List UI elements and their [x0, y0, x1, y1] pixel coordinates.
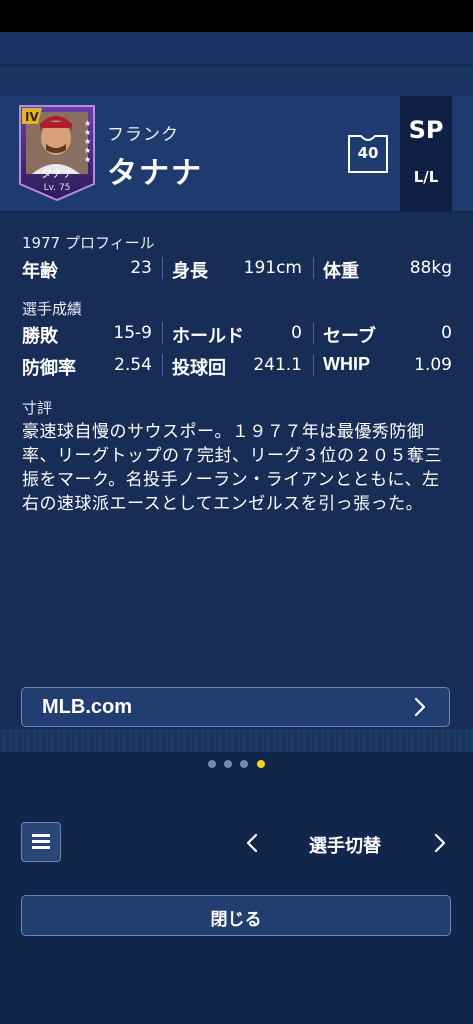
save-value: 0: [441, 323, 452, 343]
page-dot[interactable]: [208, 760, 216, 768]
hamburger-icon: [32, 834, 50, 849]
svg-text:★: ★: [84, 128, 91, 137]
player-card[interactable]: IV ★ ★ ★ ★ ★ タナナ Lv. 75: [18, 104, 96, 202]
stats-title: 選手成績: [22, 300, 83, 318]
height-label: 身長: [172, 261, 208, 282]
throws-bats: L/L: [413, 168, 439, 186]
card-name-text: タナナ: [41, 167, 74, 180]
position: SP: [408, 116, 444, 144]
svg-text:★: ★: [84, 146, 91, 155]
height-value: 191cm: [243, 258, 302, 278]
chevron-right-icon: [414, 697, 426, 717]
comment-title: 寸評: [22, 399, 53, 417]
close-button-label: 閉じる: [210, 910, 262, 930]
save-label: セーブ: [323, 326, 376, 347]
player-first-name: フランク: [107, 125, 179, 145]
hold-label: ホールド: [172, 326, 244, 347]
svg-text:★: ★: [84, 137, 91, 146]
player-card-image: IV ★ ★ ★ ★ ★ タナナ Lv. 75: [19, 105, 95, 202]
weight-value: 88kg: [409, 258, 452, 278]
status-bar: [0, 0, 473, 32]
menu-button[interactable]: [21, 822, 61, 862]
page-dot-active[interactable]: [257, 760, 265, 768]
prev-player-button[interactable]: [244, 832, 260, 854]
wl-value: 15-9: [113, 323, 152, 343]
weight-label: 体重: [323, 261, 359, 282]
top-divider: [0, 64, 473, 66]
age-value: 23: [130, 258, 152, 278]
whip-label: WHIP: [323, 354, 370, 374]
divider-pattern: [0, 729, 473, 753]
whip-value: 1.09: [414, 355, 452, 375]
player-last-name: タナナ: [107, 156, 203, 191]
age-label: 年齢: [22, 261, 58, 282]
card-level-text: Lv. 75: [44, 183, 71, 193]
era-label: 防御率: [22, 358, 76, 379]
separator: [313, 257, 314, 279]
separator: [162, 257, 163, 279]
svg-text:★: ★: [84, 119, 91, 128]
separator: [313, 322, 314, 344]
separator: [313, 354, 314, 376]
hold-value: 0: [291, 323, 302, 343]
page-dot[interactable]: [240, 760, 248, 768]
svg-text:★: ★: [84, 155, 91, 164]
separator: [162, 322, 163, 344]
comment-text: 豪速球自慢のサウスポー。１９７７年は最優秀防御率、リーグトップの７完封、リーグ３…: [22, 422, 442, 514]
next-player-button[interactable]: [432, 832, 448, 854]
header-edge: [452, 96, 473, 211]
profile-title: 1977 プロフィール: [22, 234, 155, 252]
separator: [162, 354, 163, 376]
era-value: 2.54: [114, 355, 152, 375]
ip-value: 241.1: [253, 355, 302, 375]
card-rank-text: IV: [25, 110, 39, 124]
jersey-number: 40: [357, 144, 379, 162]
player-switch-label: 選手切替: [309, 836, 381, 857]
ip-label: 投球回: [172, 358, 226, 379]
page-dot[interactable]: [224, 760, 232, 768]
footer-area: [0, 752, 473, 1024]
wl-label: 勝敗: [22, 326, 58, 347]
position-box: [400, 96, 452, 211]
mlb-link-label: MLB.com: [42, 696, 132, 718]
